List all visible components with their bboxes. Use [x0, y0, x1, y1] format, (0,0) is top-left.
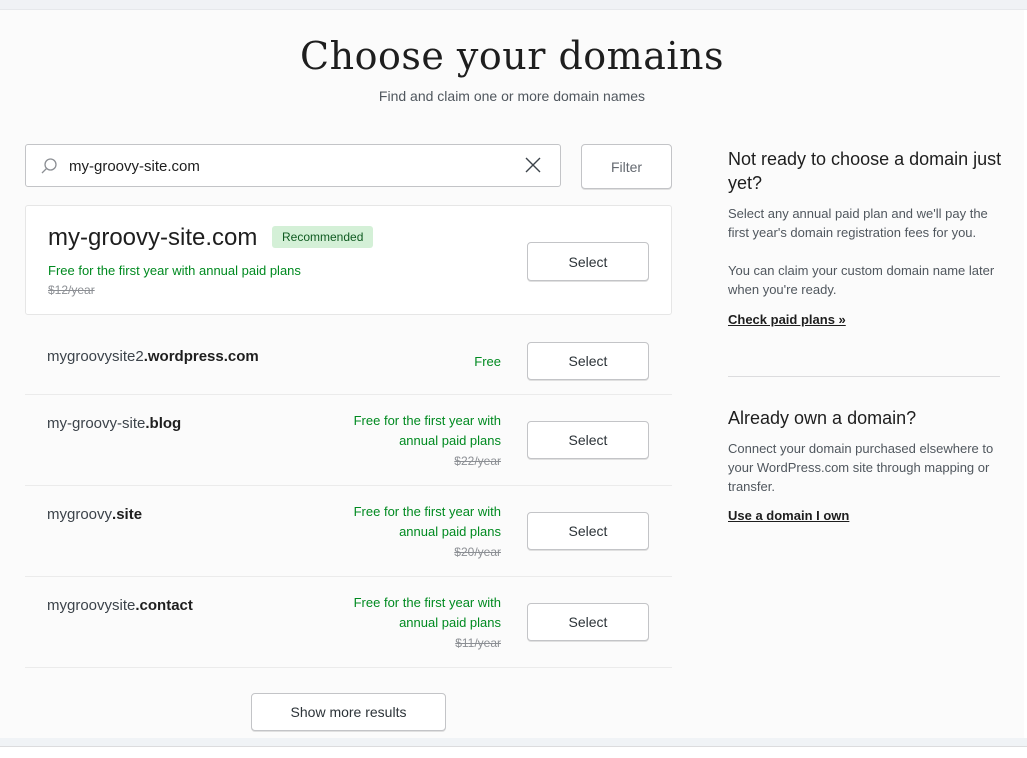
- original-price: $20/year: [454, 545, 501, 559]
- select-button[interactable]: Select: [527, 603, 649, 641]
- not-ready-heading: Not ready to choose a domain just yet?: [728, 149, 1002, 193]
- top-border: [0, 0, 1027, 10]
- page-title: Choose your domains: [300, 34, 724, 78]
- page-subtitle: Find and claim one or more domain names: [378, 88, 646, 104]
- check-paid-plans-link[interactable]: Check paid plans »: [728, 312, 846, 327]
- price-note: annual paid plans: [399, 615, 501, 630]
- price-note: Free for the first year with: [353, 595, 501, 610]
- own-domain-text: Connect your domain purchased elsewhere …: [728, 441, 994, 494]
- domain-row: mygroovysite2.wordpress.com Free Select: [25, 315, 672, 395]
- domain-name: mygroovysite2.wordpress.com: [47, 348, 259, 365]
- bottom-border: [0, 738, 1027, 747]
- claim-later-text: You can claim your custom domain name la…: [728, 263, 995, 297]
- price-note: Free for the first year with annual paid…: [48, 263, 301, 278]
- domain-name: mygroovy.site: [47, 506, 142, 523]
- domain-suffix: .site: [112, 506, 143, 523]
- domain-prefix: my-groovy-site: [47, 415, 146, 432]
- domain-suffix: .contact: [135, 597, 193, 614]
- domain-row: my-groovy-site.blog Free for the first y…: [25, 394, 672, 486]
- price-block: Free for the first year with annual paid…: [354, 593, 501, 653]
- domain-suffix: .wordpress.com: [143, 348, 259, 365]
- recommended-badge: Recommended: [272, 226, 374, 248]
- domain-suffix: .blog: [145, 415, 182, 432]
- price-note: annual paid plans: [399, 433, 501, 448]
- domain-name: my-groovy-site.blog: [47, 415, 181, 432]
- search-icon: [40, 157, 58, 180]
- price-block: Free for the first year with annual paid…: [354, 411, 501, 471]
- original-price: $11/year: [455, 636, 501, 650]
- price-note: annual paid plans: [399, 524, 501, 539]
- sidebar-divider: [728, 376, 1000, 377]
- domain-row: mygroovy.site Free for the first year wi…: [25, 485, 672, 577]
- domain-name: mygroovysite.contact: [47, 597, 193, 614]
- price-block: Free for the first year with annual paid…: [354, 502, 501, 562]
- select-button[interactable]: Select: [527, 421, 649, 459]
- select-button[interactable]: Select: [527, 242, 649, 281]
- not-ready-text: Select any annual paid plan and we'll pa…: [728, 206, 988, 240]
- original-price: $12/year: [48, 283, 95, 297]
- domain-prefix: mygroovysite2: [47, 348, 144, 365]
- domain-page: Choose your domains Find and claim one o…: [0, 10, 1024, 738]
- show-more-results-button[interactable]: Show more results: [251, 693, 446, 731]
- clear-icon[interactable]: [524, 156, 542, 179]
- own-domain-heading: Already own a domain?: [728, 408, 917, 428]
- domain-prefix: mygroovysite: [47, 597, 136, 614]
- original-price: $22/year: [454, 454, 501, 468]
- price-note: Free for the first year with: [353, 504, 501, 519]
- own-domain-section: Already own a domain? Connect your domai…: [728, 406, 1003, 525]
- not-ready-section: Not ready to choose a domain just yet? S…: [728, 147, 1003, 329]
- search-value[interactable]: my-groovy-site.com: [69, 158, 200, 175]
- use-domain-i-own-link[interactable]: Use a domain I own: [728, 508, 849, 523]
- select-button[interactable]: Select: [527, 512, 649, 550]
- domain-prefix: mygroovy: [47, 506, 113, 523]
- price-note: Free for the first year with: [353, 413, 501, 428]
- recommended-domain-name: my-groovy-site.com: [48, 224, 258, 251]
- select-button[interactable]: Select: [527, 342, 649, 380]
- domain-row: mygroovysite.contact Free for the first …: [25, 576, 672, 668]
- recommended-domain-card: my-groovy-site.com Recommended Free for …: [25, 205, 672, 315]
- filter-button[interactable]: Filter: [581, 144, 672, 189]
- domain-search-input[interactable]: my-groovy-site.com: [25, 144, 561, 187]
- price-note: Free: [474, 354, 501, 369]
